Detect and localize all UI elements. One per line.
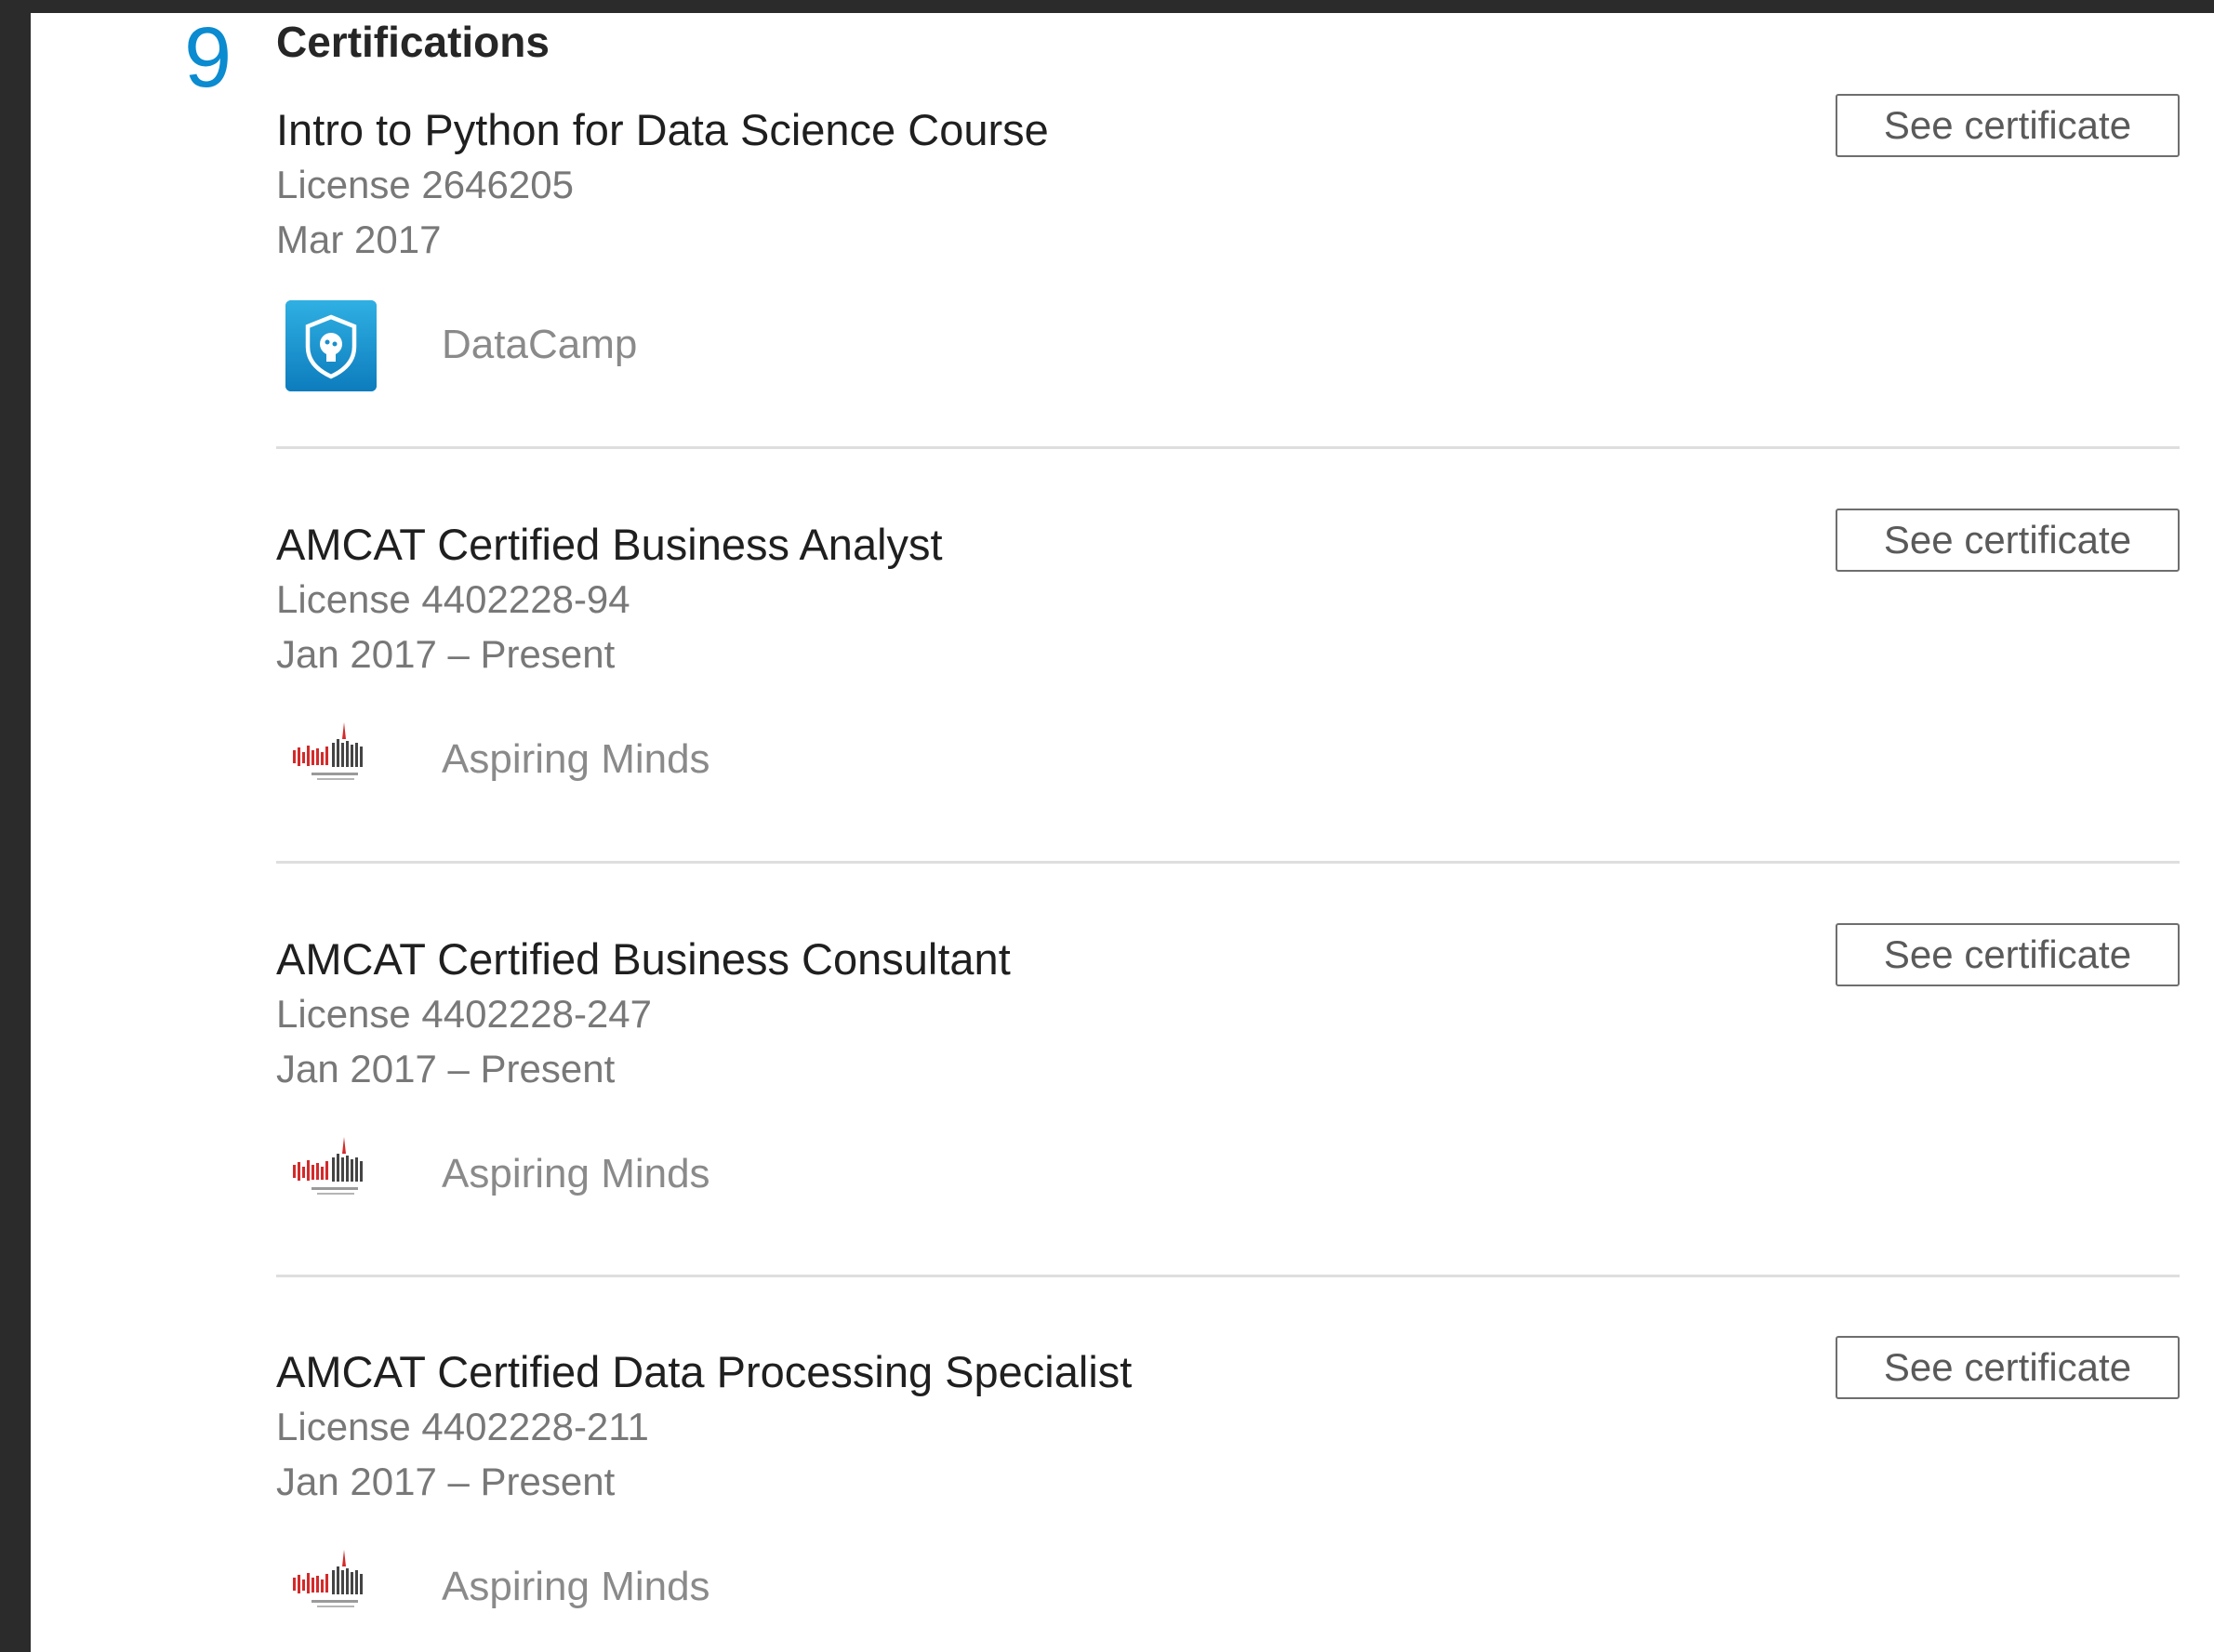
certification-date: Mar 2017 (276, 218, 442, 261)
aspiring-minds-logo-icon[interactable] (285, 715, 377, 806)
certification-name: AMCAT Certified Business Analyst (276, 520, 943, 569)
aspiring-minds-logo-icon[interactable] (285, 1542, 377, 1633)
certification-license: License 4402228-247 (276, 992, 653, 1036)
divider (276, 861, 2180, 864)
certification-license: License 2646205 (276, 163, 574, 206)
issuer[interactable]: Aspiring Minds (276, 1130, 1113, 1222)
certification-date: Jan 2017 – Present (276, 632, 616, 676)
certification-date: Jan 2017 – Present (276, 1047, 616, 1090)
certification-license: License 4402228-211 (276, 1405, 649, 1448)
certification-count: 9 (184, 10, 232, 105)
see-certificate-button[interactable]: See certificate (1836, 94, 2180, 157)
certification-license: License 4402228-94 (276, 577, 630, 621)
certification-item: AMCAT Certified Business Analyst License… (276, 509, 2180, 825)
certification-date: Jan 2017 – Present (276, 1460, 616, 1503)
certification-item: AMCAT Certified Data Processing Speciali… (276, 1336, 2180, 1652)
divider (276, 446, 2180, 449)
screen-frame: 9 Certifications Intro to Python for Dat… (0, 0, 2214, 1652)
certification-name: AMCAT Certified Data Processing Speciali… (276, 1347, 1133, 1396)
certification-name: AMCAT Certified Business Consultant (276, 934, 1011, 984)
see-certificate-button[interactable]: See certificate (1836, 923, 2180, 986)
certification-item: AMCAT Certified Business Consultant Lice… (276, 923, 2180, 1239)
divider (276, 1275, 2180, 1277)
issuer-name[interactable]: Aspiring Minds (442, 1561, 710, 1613)
issuer[interactable]: Aspiring Minds (276, 715, 1113, 808)
issuer-name[interactable]: Aspiring Minds (442, 1148, 710, 1200)
issuer-name[interactable]: DataCamp (442, 319, 637, 371)
issuer[interactable]: Aspiring Minds (276, 1542, 1113, 1635)
see-certificate-button[interactable]: See certificate (1836, 509, 2180, 572)
datacamp-logo-icon[interactable] (285, 300, 377, 391)
aspiring-minds-logo-icon[interactable] (285, 1130, 377, 1221)
see-certificate-button[interactable]: See certificate (1836, 1336, 2180, 1399)
section-title: Certifications (276, 18, 550, 66)
issuer-name[interactable]: Aspiring Minds (442, 733, 710, 786)
certification-name: Intro to Python for Data Science Course (276, 105, 1049, 154)
certification-item: Intro to Python for Data Science Course … (276, 94, 2180, 410)
issuer[interactable]: DataCamp (276, 300, 1113, 393)
certifications-panel: 9 Certifications Intro to Python for Dat… (31, 13, 2214, 1652)
